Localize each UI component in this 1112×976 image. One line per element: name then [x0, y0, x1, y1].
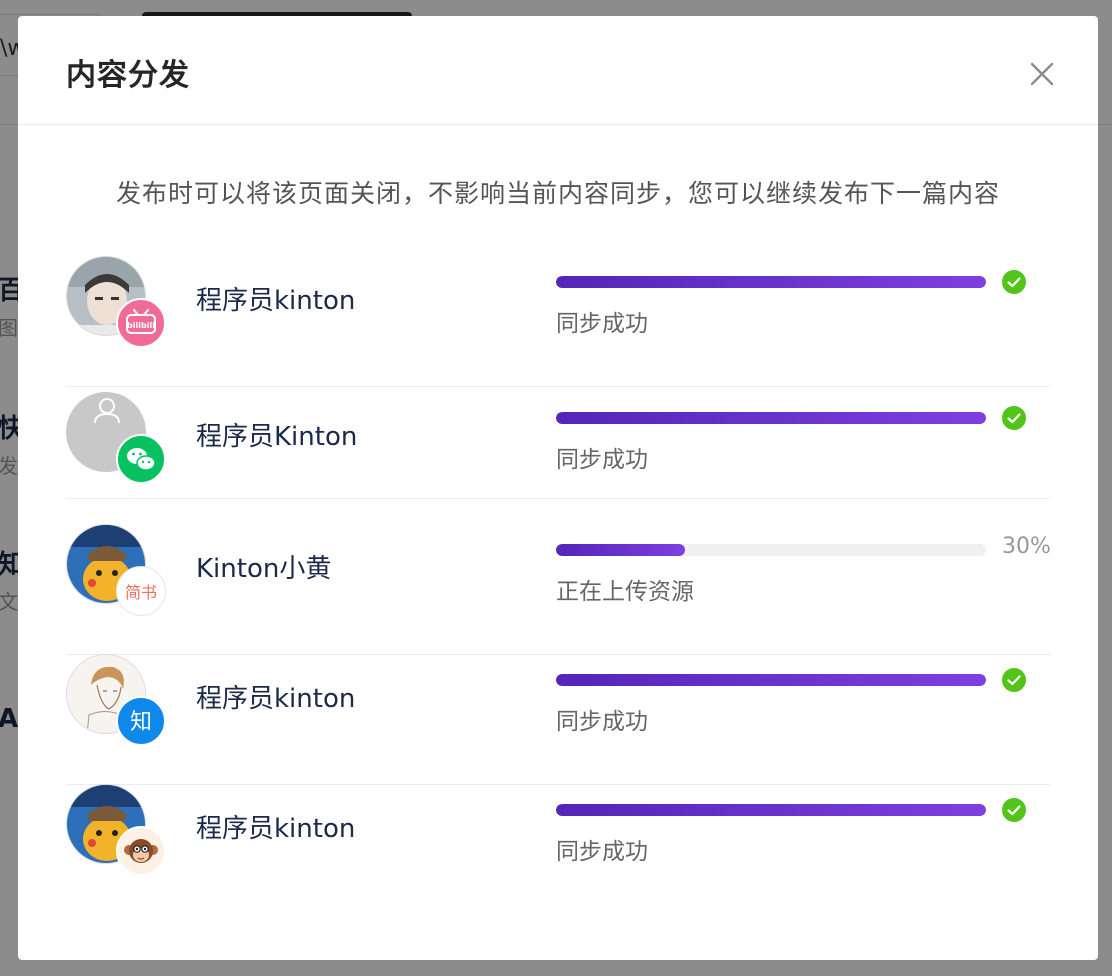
- account-name: 程序员kinton: [196, 684, 356, 714]
- progress-fill: [556, 544, 685, 556]
- close-icon: [1030, 62, 1054, 86]
- account-name: Kinton小黄: [196, 554, 332, 584]
- progress-percent: 30%: [1002, 534, 1051, 559]
- modal-title: 内容分发: [66, 58, 190, 93]
- progress-bar: [556, 804, 986, 816]
- sync-status: 同步成功: [556, 709, 648, 735]
- progress-bar: [556, 276, 986, 288]
- account-row: 简书 Kinton小黄 30% 正在上传资源: [66, 524, 1051, 655]
- progress-bar: [556, 412, 986, 424]
- progress-bar: [556, 674, 986, 686]
- success-check-icon: [1002, 798, 1026, 822]
- success-check-icon: [1002, 668, 1026, 692]
- sync-status: 同步成功: [556, 447, 648, 473]
- sync-notice: 发布时可以将该页面关闭，不影响当前内容同步，您可以继续发布下一篇内容: [115, 179, 1000, 208]
- sync-status: 正在上传资源: [556, 579, 694, 605]
- progress-fill: [556, 804, 986, 816]
- account-name: 程序员Kinton: [196, 422, 358, 452]
- modal-header: 内容分发: [18, 16, 1098, 125]
- bilibili-icon: bilibili: [116, 298, 166, 348]
- account-name: 程序员kinton: [196, 814, 356, 844]
- wechat-icon: [116, 434, 166, 484]
- account-row: bilibili 程序员kinton 同步成功: [66, 256, 1050, 387]
- progress-fill: [556, 674, 986, 686]
- account-name: 程序员kinton: [196, 286, 356, 316]
- progress-fill: [556, 412, 986, 424]
- jianshu-icon: 简书: [116, 566, 166, 616]
- zhihu-icon: 知: [116, 696, 166, 746]
- success-check-icon: [1002, 406, 1026, 430]
- sync-status: 同步成功: [556, 311, 648, 337]
- svg-text:简书: 简书: [125, 583, 157, 602]
- juejin-monkey-icon: [116, 826, 166, 876]
- account-row: 程序员Kinton 同步成功: [66, 392, 1050, 499]
- account-row: 知 程序员kinton 同步成功: [66, 654, 1050, 785]
- account-row: 程序员kinton 同步成功: [66, 784, 1050, 914]
- content-distribution-modal: 内容分发 发布时可以将该页面关闭，不影响当前内容同步，您可以继续发布下一篇内容: [18, 16, 1098, 960]
- svg-text:bilibili: bilibili: [127, 321, 155, 330]
- progress-bar: [556, 544, 986, 556]
- success-check-icon: [1002, 270, 1026, 294]
- close-button[interactable]: [1020, 52, 1064, 96]
- progress-fill: [556, 276, 986, 288]
- sync-status: 同步成功: [556, 839, 648, 865]
- svg-text:知: 知: [130, 710, 152, 735]
